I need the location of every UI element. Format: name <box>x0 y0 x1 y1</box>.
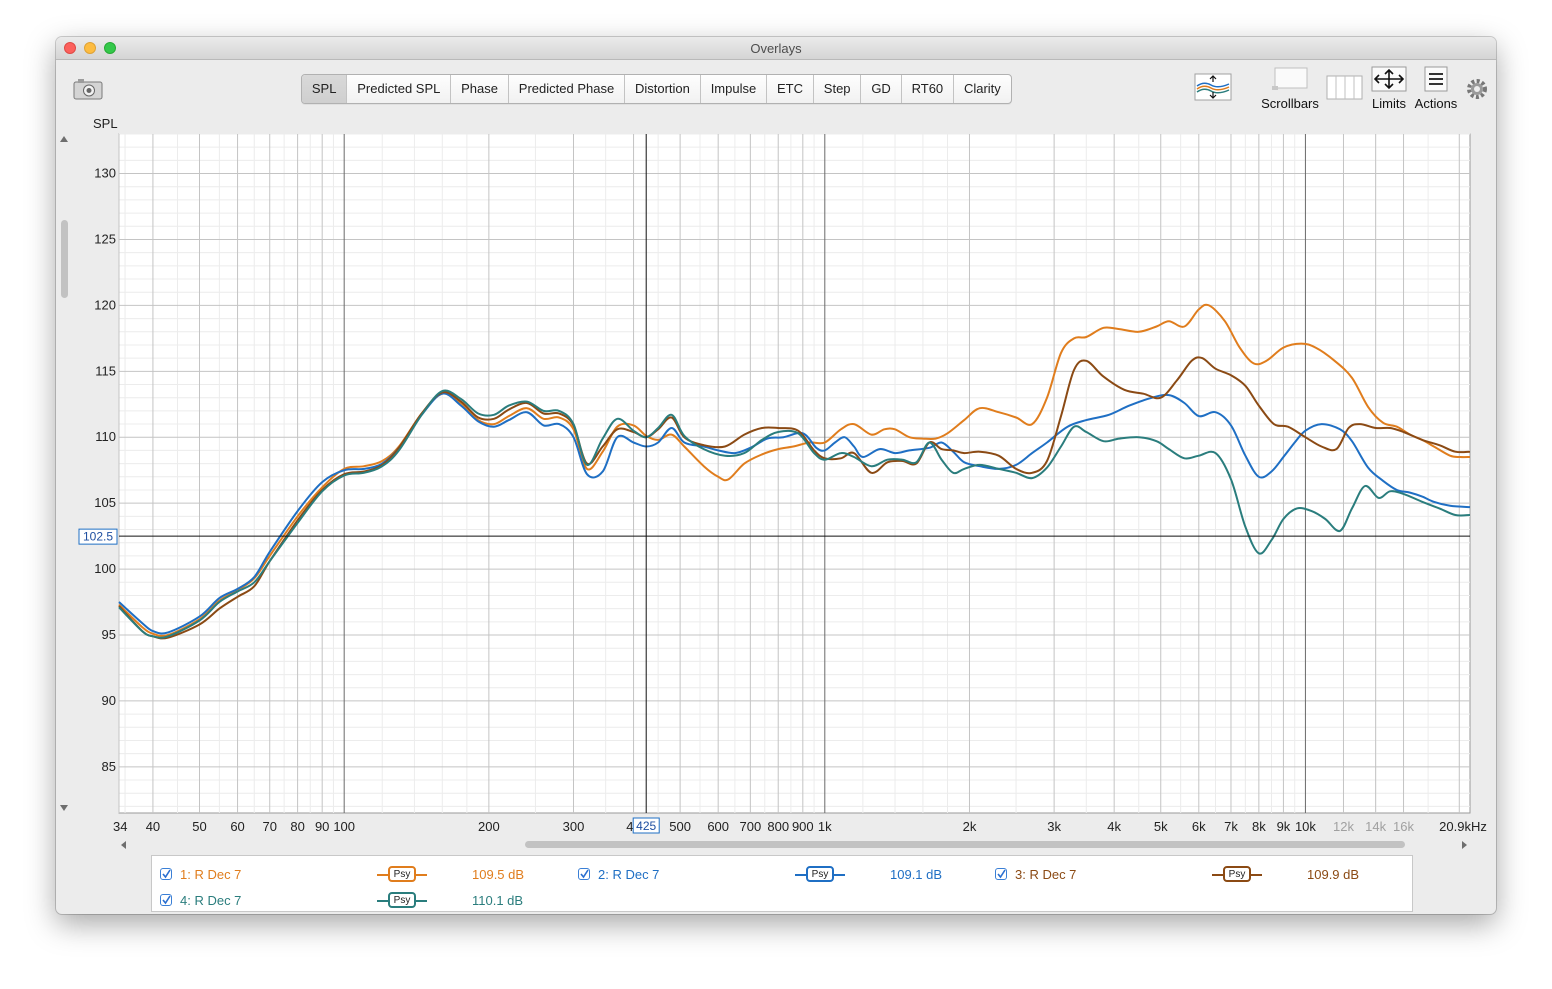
x-tick-label: 90 <box>315 819 329 834</box>
x-tick-label: 3k <box>1047 819 1061 834</box>
x-tick-label: 12k <box>1333 819 1354 834</box>
y-axis-label: SPL <box>93 116 118 131</box>
x-tick-label: 6k <box>1192 819 1206 834</box>
y-tick-label: 115 <box>95 363 116 378</box>
y-tick-label: 100 <box>94 561 116 576</box>
x-tick-label: 80 <box>290 819 304 834</box>
scroll-up-arrow-icon <box>60 136 68 142</box>
x-tick-label: 16k <box>1393 819 1414 834</box>
x-tick-label: 7k <box>1224 819 1238 834</box>
y-tick-label: 130 <box>94 166 116 181</box>
vertical-scroll-thumb <box>61 220 68 298</box>
x-tick-label: 20.9kHz <box>1439 819 1487 834</box>
x-tick-label: 700 <box>740 819 762 834</box>
y-tick-label: 105 <box>94 495 116 510</box>
cursor-x-readout: 425 <box>636 819 656 833</box>
x-tick-label: 300 <box>563 819 585 834</box>
x-tick-label: 800 <box>767 819 789 834</box>
x-tick-label: 1k <box>818 819 832 834</box>
scroll-down-arrow-icon <box>60 805 68 811</box>
scroll-left-arrow-icon <box>121 841 126 849</box>
y-tick-label: 85 <box>102 759 116 774</box>
x-tick-label: 60 <box>230 819 244 834</box>
x-tick-label: 50 <box>192 819 206 834</box>
horizontal-scroll-thumb <box>525 841 1405 848</box>
y-tick-label: 110 <box>95 429 116 444</box>
x-tick-label: 10k <box>1295 819 1316 834</box>
x-tick-label: 200 <box>478 819 500 834</box>
y-tick-label: 125 <box>94 231 116 246</box>
x-tick-label: 70 <box>262 819 276 834</box>
x-tick-label: 900 <box>792 819 814 834</box>
y-tick-label: 120 <box>94 297 116 312</box>
cursor-y-readout: 102.5 <box>83 530 113 544</box>
spl-chart[interactable]: 85 90 95 100 105 110 115 120 125 130 34 40 50 60 70 80 9… <box>0 0 1552 989</box>
x-tick-label: 4k <box>1107 819 1121 834</box>
x-tick-label: 40 <box>146 819 160 834</box>
x-tick-label: 34 <box>113 819 127 834</box>
x-tick-label: 100 <box>333 819 355 834</box>
x-tick-label: 5k <box>1154 819 1168 834</box>
y-tick-label: 90 <box>102 693 116 708</box>
x-tick-label: 14k <box>1365 819 1386 834</box>
x-tick-label: 2k <box>963 819 977 834</box>
x-tick-label: 8k <box>1252 819 1266 834</box>
scroll-right-arrow-icon <box>1462 841 1467 849</box>
x-tick-label: 600 <box>707 819 729 834</box>
x-tick-label: 500 <box>669 819 691 834</box>
plot-area <box>118 133 1471 814</box>
x-tick-label: 9k <box>1277 819 1291 834</box>
y-tick-label: 95 <box>102 627 116 642</box>
